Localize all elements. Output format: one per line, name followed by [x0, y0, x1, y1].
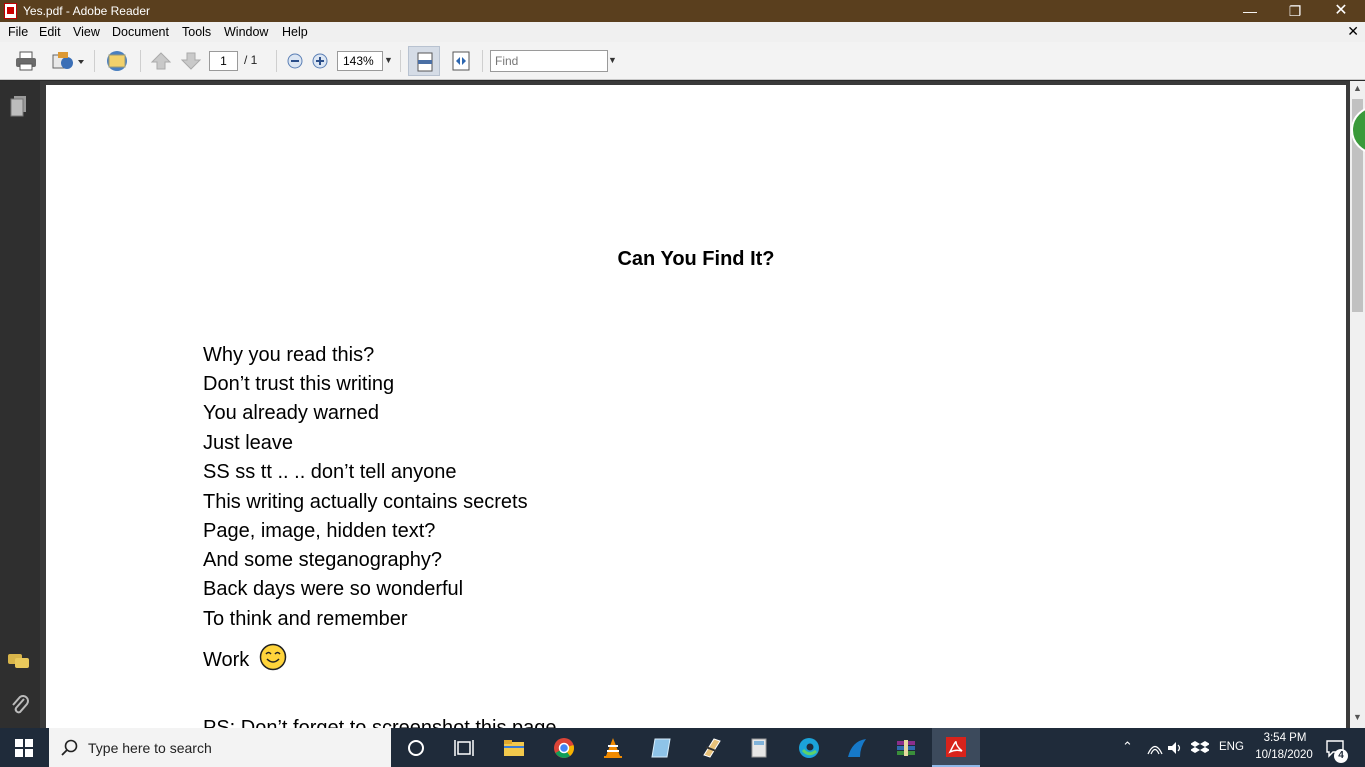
zoom-dropdown-icon[interactable]: ▼	[384, 55, 393, 65]
adobe-reader-app-icon	[4, 3, 17, 19]
show-hidden-icons-icon[interactable]: ⌃	[1122, 739, 1133, 755]
next-page-icon[interactable]	[180, 50, 202, 72]
input-language[interactable]: ENG	[1219, 741, 1244, 753]
previous-page-icon[interactable]	[150, 50, 172, 72]
wireshark-icon[interactable]	[846, 737, 868, 759]
toolbar-separator	[140, 50, 141, 72]
taskbar-search-box[interactable]: Type here to search	[49, 728, 391, 767]
page-number-input[interactable]: 1	[209, 51, 238, 71]
notepad-app-icon[interactable]	[650, 737, 672, 759]
fit-width-icon[interactable]	[450, 50, 472, 72]
menu-file[interactable]: File	[8, 25, 28, 39]
scroll-up-icon[interactable]: ▲	[1353, 83, 1362, 93]
cortana-icon[interactable]	[405, 737, 427, 759]
document-line: To think and remember	[203, 608, 408, 630]
document-line: Page, image, hidden text?	[203, 520, 436, 542]
tools-app-icon[interactable]	[700, 737, 722, 759]
toolbar-separator	[400, 50, 401, 72]
menu-edit[interactable]: Edit	[39, 25, 61, 39]
share-options-icon[interactable]	[50, 50, 84, 72]
pages-icon[interactable]	[9, 95, 29, 117]
toolbar-separator	[276, 50, 277, 72]
menu-help[interactable]: Help	[282, 25, 308, 39]
vertical-scrollbar[interactable]: ▲ ▼	[1350, 81, 1365, 728]
scroll-down-icon[interactable]: ▼	[1353, 712, 1362, 722]
windows-start-icon[interactable]	[15, 739, 33, 757]
taskbar-adobe-reader-active[interactable]	[932, 728, 980, 767]
dropbox-icon[interactable]	[1191, 740, 1209, 756]
attachments-icon[interactable]	[10, 693, 30, 717]
edge-icon[interactable]	[798, 737, 820, 759]
document-line: And some steganography?	[203, 549, 443, 571]
winrar-icon[interactable]	[895, 737, 917, 759]
clock-time[interactable]: 3:54 PM	[1259, 732, 1311, 744]
network-icon[interactable]	[1147, 741, 1163, 755]
document-view[interactable]: Can You Find It? Why you read this? Don’…	[40, 81, 1350, 728]
pdf-page: Can You Find It? Why you read this? Don’…	[46, 85, 1346, 728]
toolbar-separator	[94, 50, 95, 72]
zoom-level-field[interactable]: 143%	[337, 51, 383, 71]
document-line-work: Work	[203, 638, 287, 672]
document-line: Why you read this?	[203, 344, 375, 366]
close-document-icon[interactable]: ✕	[1347, 23, 1359, 40]
document-line: You already warned	[203, 402, 380, 424]
minimize-button[interactable]: —	[1227, 0, 1273, 22]
navigation-panel	[0, 81, 40, 728]
close-window-button[interactable]: ✕	[1318, 0, 1364, 22]
document-line: This writing actually contains secrets	[203, 491, 528, 513]
smiley-emoji-icon	[259, 643, 287, 671]
fit-page-button[interactable]	[408, 46, 440, 76]
vlc-icon[interactable]	[602, 737, 624, 759]
taskbar: Type here to search ⌃ ENG 3:54 PM 10/18/…	[0, 728, 1365, 767]
menu-tools[interactable]: Tools	[182, 25, 211, 39]
zoom-out-icon[interactable]	[286, 50, 304, 72]
file-explorer-icon[interactable]	[503, 737, 525, 759]
document-line: Don’t trust this writing	[203, 373, 395, 395]
clock-date[interactable]: 10/18/2020	[1251, 749, 1317, 761]
find-dropdown-icon[interactable]: ▼	[608, 55, 617, 65]
toolbar: 1 / 1 143% ▼ Find ▼	[0, 42, 1365, 80]
menu-document[interactable]: Document	[112, 25, 169, 39]
document-line: Back days were so wonderful	[203, 578, 464, 600]
toolbar-separator	[482, 50, 483, 72]
comments-icon[interactable]	[7, 652, 31, 672]
document-line: SS ss tt .. .. don’t tell anyone	[203, 461, 457, 483]
document-line: Just leave	[203, 432, 294, 454]
document-line: Work	[203, 649, 250, 671]
adobe-reader-icon	[946, 737, 966, 757]
menu-bar: File Edit View Document Tools Window Hel…	[0, 22, 1365, 42]
task-view-icon[interactable]	[453, 737, 475, 759]
find-input[interactable]: Find	[490, 50, 608, 72]
notification-count-badge: 4	[1334, 749, 1348, 763]
side-badge-icon[interactable]	[1350, 106, 1365, 154]
volume-icon[interactable]	[1167, 740, 1183, 756]
menu-window[interactable]: Window	[224, 25, 268, 39]
page-total: / 1	[244, 53, 258, 67]
fit-page-icon	[417, 52, 433, 72]
collaborate-icon[interactable]	[103, 50, 131, 72]
menu-view[interactable]: View	[73, 25, 100, 39]
title-bar: Yes.pdf - Adobe Reader — ❐ ✕	[0, 0, 1365, 22]
document-line-partial: PS: Don’t forget to screenshot this page	[203, 717, 557, 728]
chrome-icon[interactable]	[553, 737, 575, 759]
calculator-icon[interactable]	[748, 737, 770, 759]
zoom-in-icon[interactable]	[311, 50, 329, 72]
print-icon[interactable]	[14, 50, 38, 72]
restore-button[interactable]: ❐	[1272, 0, 1318, 22]
search-placeholder: Type here to search	[88, 740, 212, 756]
document-title: Can You Find It?	[617, 248, 775, 270]
window-title: Yes.pdf - Adobe Reader	[23, 4, 150, 18]
search-icon	[61, 739, 78, 756]
